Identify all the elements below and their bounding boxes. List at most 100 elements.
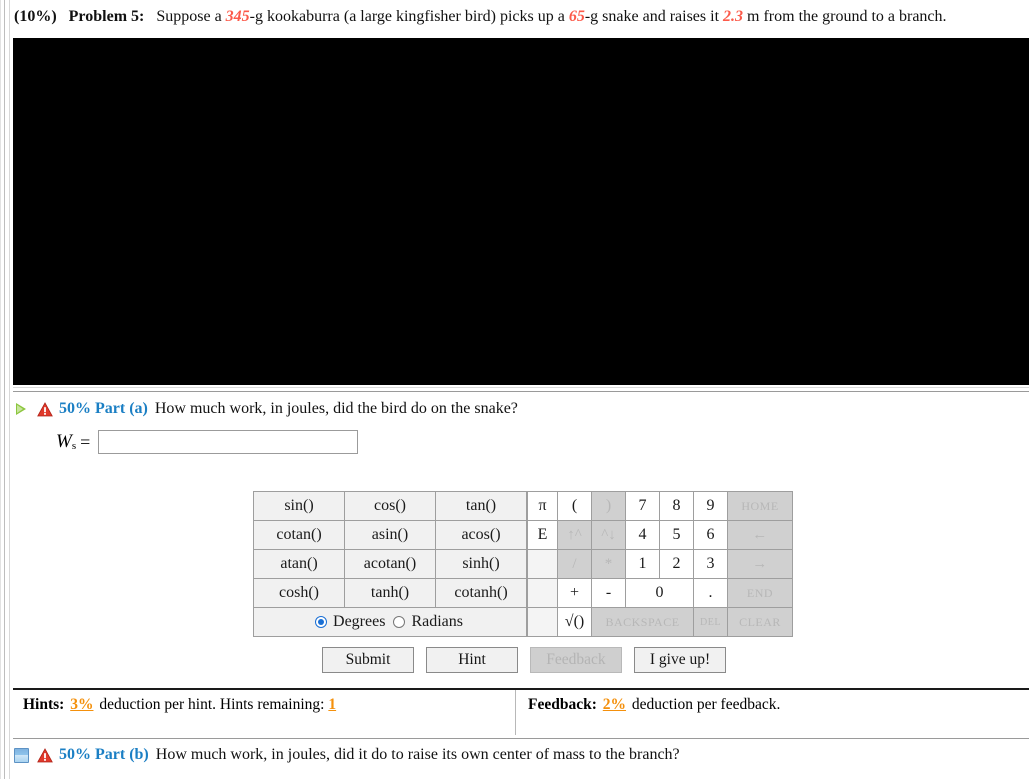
hints-deduction[interactable]: 3% xyxy=(70,696,93,713)
warning-icon xyxy=(37,747,53,762)
problem-text-4: m from the ground to a branch. xyxy=(743,8,947,25)
divider-part-a-top xyxy=(13,391,1029,392)
feedback-deduction[interactable]: 2% xyxy=(603,696,626,713)
key-9[interactable]: 9 xyxy=(693,491,728,521)
hints-box: Hints: 3% deduction per hint. Hints rema… xyxy=(13,690,516,735)
key-sin[interactable]: sin() xyxy=(253,491,345,521)
calculator-keypad[interactable]: sin() cos() tan() cotan() asin() acos() … xyxy=(253,491,793,637)
key-arrow-left: ← xyxy=(727,520,793,550)
submit-button[interactable]: Submit xyxy=(322,647,414,673)
numeric-keypad[interactable]: π ( ) 7 8 9 HOME E ↑^ ^↓ 4 5 6 ← / * 1 2… xyxy=(527,491,793,637)
problem-number: Problem 5: xyxy=(68,8,145,25)
label-radians: Radians xyxy=(411,613,463,630)
key-blank-2[interactable] xyxy=(527,578,558,608)
window-edge-inner xyxy=(9,0,10,779)
divider-part-b-top xyxy=(13,738,1029,739)
answer-variable-label: Ws xyxy=(56,431,77,452)
key-cosh[interactable]: cosh() xyxy=(253,578,345,608)
collapsed-square-icon[interactable] xyxy=(14,747,29,763)
problem-page: (10%) Problem 5: Suppose a 345-g kookabu… xyxy=(0,0,1029,779)
key-sinh[interactable]: sinh() xyxy=(435,549,527,579)
action-button-bar: Submit Hint Feedback I give up! xyxy=(322,647,726,673)
key-e[interactable]: E xyxy=(527,520,558,550)
key-atan[interactable]: atan() xyxy=(253,549,345,579)
window-edge-outer xyxy=(0,0,1,779)
feedback-text: deduction per feedback. xyxy=(631,696,781,713)
key-subscript-down: ^↓ xyxy=(591,520,626,550)
key-tanh[interactable]: tanh() xyxy=(344,578,436,608)
value-snake-mass: 65 xyxy=(568,8,585,25)
warning-icon xyxy=(37,401,53,416)
keypad-row: cosh() tanh() cotanh() xyxy=(253,578,527,608)
feedback-button: Feedback xyxy=(530,647,622,673)
hints-title: Hints: xyxy=(23,696,65,713)
key-arrow-right: → xyxy=(727,549,793,579)
problem-weight: (10%) xyxy=(14,8,57,25)
key-delete: DEL xyxy=(693,607,728,637)
key-acotan[interactable]: acotan() xyxy=(344,549,436,579)
key-blank-1[interactable] xyxy=(527,549,558,579)
hint-button[interactable]: Hint xyxy=(426,647,518,673)
part-b-label: 50% Part (b) xyxy=(59,746,149,763)
key-asin[interactable]: asin() xyxy=(344,520,436,550)
divider-below-figure xyxy=(13,387,1029,388)
key-5[interactable]: 5 xyxy=(659,520,694,550)
key-clear: CLEAR xyxy=(727,607,793,637)
key-4[interactable]: 4 xyxy=(625,520,660,550)
keypad-row: atan() acotan() sinh() xyxy=(253,549,527,579)
radio-radians[interactable] xyxy=(393,616,406,628)
key-cotan[interactable]: cotan() xyxy=(253,520,345,550)
keypad-row: + - 0 . END xyxy=(527,578,793,608)
hints-remaining[interactable]: 1 xyxy=(328,696,336,713)
key-cotanh[interactable]: cotanh() xyxy=(435,578,527,608)
key-acos[interactable]: acos() xyxy=(435,520,527,550)
part-a-label: 50% Part (a) xyxy=(59,400,148,417)
key-plus[interactable]: + xyxy=(557,578,592,608)
key-0[interactable]: 0 xyxy=(625,578,694,608)
key-multiply: * xyxy=(591,549,626,579)
key-pi[interactable]: π xyxy=(527,491,558,521)
figure-media-area[interactable] xyxy=(13,38,1029,385)
key-1[interactable]: 1 xyxy=(625,549,660,579)
key-cos[interactable]: cos() xyxy=(344,491,436,521)
keypad-row: cotan() asin() acos() xyxy=(253,520,527,550)
key-2[interactable]: 2 xyxy=(659,549,694,579)
angle-mode-row[interactable]: Degrees Radians xyxy=(253,607,527,637)
keypad-row: E ↑^ ^↓ 4 5 6 ← xyxy=(527,520,793,550)
label-degrees: Degrees xyxy=(333,613,386,630)
problem-text-3: -g snake and raises it xyxy=(584,8,724,25)
key-paren-close: ) xyxy=(591,491,626,521)
key-3[interactable]: 3 xyxy=(693,549,728,579)
value-height: 2.3 xyxy=(723,8,744,25)
answer-input[interactable] xyxy=(98,430,359,454)
feedback-box: Feedback: 2% deduction per feedback. xyxy=(516,690,1029,735)
function-keypad[interactable]: sin() cos() tan() cotan() asin() acos() … xyxy=(253,491,527,637)
keypad-row: √() BACKSPACE DEL CLEAR xyxy=(527,607,793,637)
problem-statement: (10%) Problem 5: Suppose a 345-g kookabu… xyxy=(14,6,1018,27)
part-a-question: How much work, in joules, did the bird d… xyxy=(154,400,518,417)
key-tan[interactable]: tan() xyxy=(435,491,527,521)
keypad-row: sin() cos() tan() xyxy=(253,491,527,521)
keypad-row: Degrees Radians xyxy=(253,607,527,637)
radio-degrees[interactable] xyxy=(315,616,328,628)
value-bird-mass: 345 xyxy=(225,8,250,25)
key-paren-open[interactable]: ( xyxy=(557,491,592,521)
part-b-header[interactable]: 50% Part (b) How much work, in joules, d… xyxy=(14,743,680,767)
key-end: END xyxy=(727,578,793,608)
key-superscript-up: ↑^ xyxy=(557,520,592,550)
key-decimal[interactable]: . xyxy=(693,578,728,608)
key-6[interactable]: 6 xyxy=(693,520,728,550)
key-sqrt[interactable]: √() xyxy=(557,607,592,637)
window-edge-middle xyxy=(4,0,5,779)
key-7[interactable]: 7 xyxy=(625,491,660,521)
key-8[interactable]: 8 xyxy=(659,491,694,521)
part-a-header[interactable]: 50% Part (a) How much work, in joules, d… xyxy=(14,397,518,421)
play-triangle-icon[interactable] xyxy=(14,402,29,417)
answer-input-row: Ws = xyxy=(56,430,359,454)
give-up-button[interactable]: I give up! xyxy=(634,647,726,673)
problem-text-1: Suppose a xyxy=(156,8,226,25)
key-home: HOME xyxy=(727,491,793,521)
key-minus[interactable]: - xyxy=(591,578,626,608)
key-blank-3[interactable] xyxy=(527,607,558,637)
key-divide: / xyxy=(557,549,592,579)
